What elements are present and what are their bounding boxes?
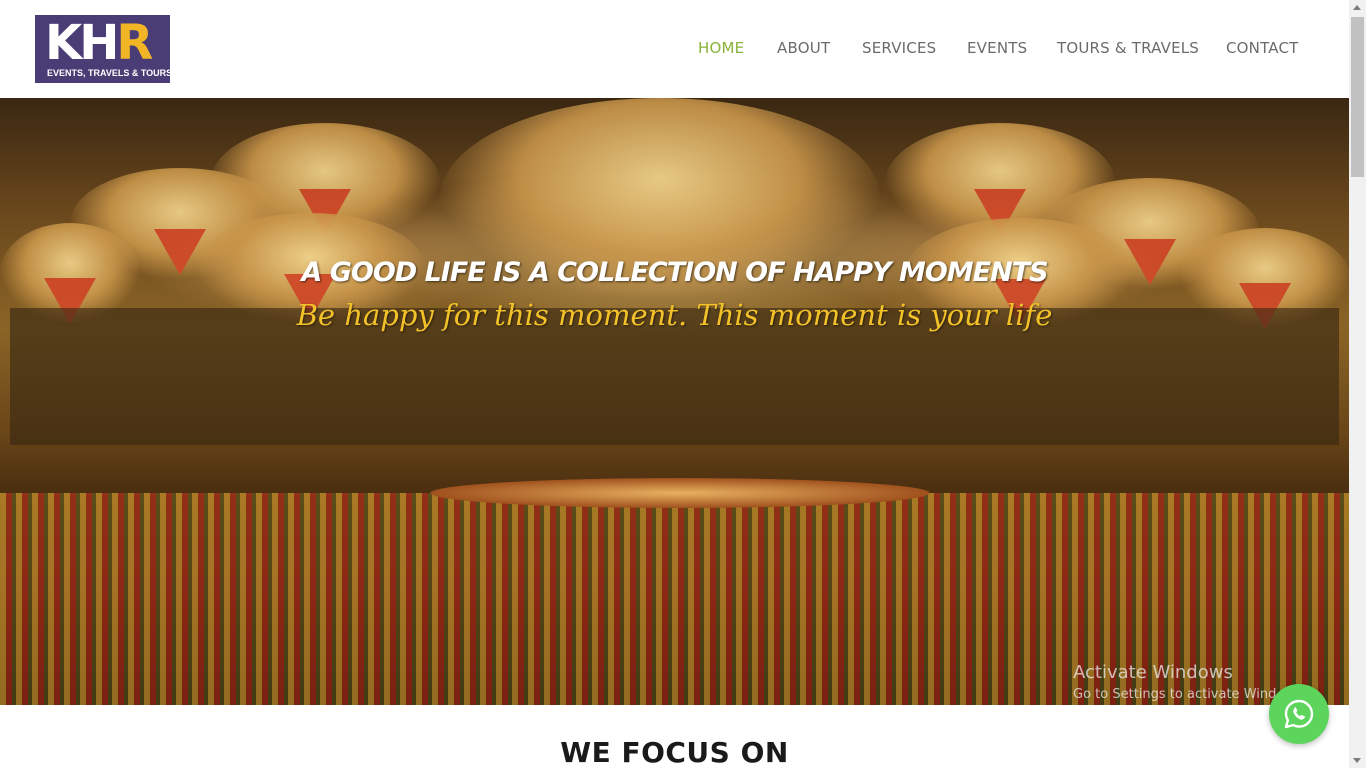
activate-windows-watermark: Activate Windows Go to Settings to activ… (1073, 662, 1276, 702)
scrollbar-thumb[interactable] (1351, 17, 1364, 177)
section-title: WE FOCUS ON (560, 736, 789, 769)
scroll-down-arrow-icon[interactable] (1353, 758, 1361, 763)
watermark-subtitle: Go to Settings to activate Wind (1073, 687, 1277, 702)
stage-platform (430, 478, 930, 508)
scroll-up-arrow-icon[interactable] (1353, 5, 1361, 10)
nav-home[interactable]: HOME (698, 39, 744, 57)
watermark-title: Activate Windows (1073, 662, 1233, 683)
hero-subline: Be happy for this moment. This moment is… (296, 298, 1053, 332)
whatsapp-button[interactable] (1269, 684, 1329, 744)
nav-about[interactable]: ABOUT (777, 39, 830, 57)
hero-headline: A GOOD LIFE IS A COLLECTION OF HAPPY MOM… (301, 257, 1048, 288)
nav-events[interactable]: EVENTS (967, 39, 1027, 57)
nav-contact[interactable]: CONTACT (1226, 39, 1299, 57)
logo-tagline: EVENTS, TRAVELS & TOURS (47, 68, 170, 78)
nav-tours-travels[interactable]: TOURS & TRAVELS (1057, 39, 1199, 57)
whatsapp-icon (1284, 699, 1314, 729)
page-scrollbar[interactable] (1349, 0, 1366, 768)
site-header: KHR EVENTS, TRAVELS & TOURS HOME ABOUT S… (0, 0, 1349, 98)
hero-banner (0, 98, 1349, 705)
main-nav: HOME ABOUT SERVICES EVENTS TOURS & TRAVE… (0, 39, 1349, 59)
nav-services[interactable]: SERVICES (862, 39, 936, 57)
